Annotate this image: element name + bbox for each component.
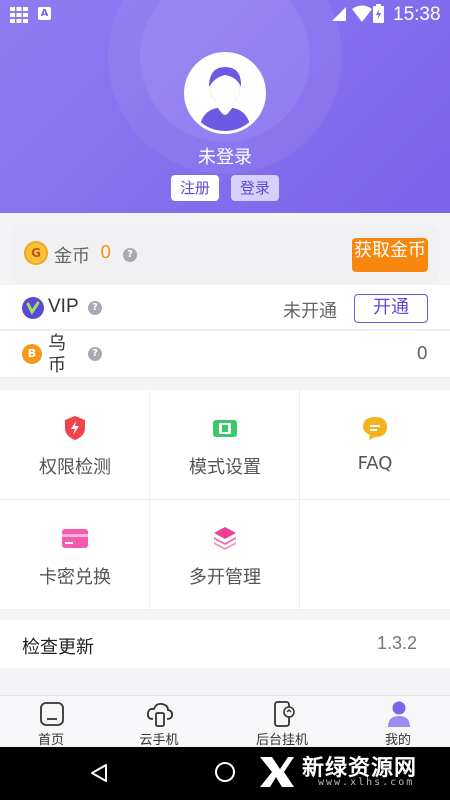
background-run-icon — [274, 701, 295, 727]
nav-cloud-phone[interactable]: 云手机 — [103, 696, 215, 748]
card-icon — [62, 529, 88, 548]
bcoin-value: 0 — [416, 343, 428, 364]
feature-grid: 权限检测 模式设置 FAQ 卡密兑换 多开管理 — [0, 390, 450, 610]
activate-vip-button[interactable]: 开通 — [354, 294, 428, 323]
feature-mode-settings[interactable]: 模式设置 — [150, 390, 300, 500]
wifi-icon — [352, 5, 372, 22]
coin-value: 0 — [100, 242, 112, 263]
nav-background-run[interactable]: 后台挂机 — [226, 696, 338, 748]
feature-label: 卡密兑换 — [39, 567, 111, 588]
feature-label: FAQ — [357, 453, 393, 474]
profile-header: A 15:38 未登录 注册 登录 — [0, 0, 450, 213]
home-icon — [40, 702, 64, 726]
bottom-nav: 首页 云手机 后台挂机 我的 — [0, 695, 450, 748]
register-button[interactable]: 注册 — [171, 175, 219, 201]
feature-multi-open[interactable]: 多开管理 — [150, 500, 300, 610]
layers-icon — [214, 527, 236, 550]
feature-faq[interactable]: FAQ — [300, 390, 450, 500]
bcoin-help-icon[interactable]: ? — [88, 347, 102, 361]
watermark-subtitle: www.xlhs.com — [318, 777, 415, 788]
app-grid-icon — [10, 7, 28, 23]
get-coins-button[interactable]: 获取金币 — [352, 238, 428, 272]
nav-profile[interactable]: 我的 — [342, 696, 450, 748]
nav-label: 云手机 — [139, 733, 179, 748]
shield-icon — [65, 416, 85, 440]
chat-icon — [363, 417, 387, 440]
feature-permission-check[interactable]: 权限检测 — [0, 390, 150, 500]
check-update-label: 检查更新 — [22, 637, 94, 658]
coin-card: G 金币 0 ? 获取金币 — [11, 225, 439, 283]
coin-help-icon[interactable]: ? — [123, 248, 137, 262]
vip-row: VIP ? 未开通 开通 — [0, 285, 450, 330]
watermark-logo-icon — [260, 757, 294, 787]
bcoin-label: 乌币 — [48, 333, 66, 376]
login-status: 未登录 — [198, 147, 252, 168]
mode-icon — [213, 420, 237, 437]
gold-coin-icon: G — [24, 241, 48, 265]
bcoin-icon: B — [22, 344, 42, 364]
status-bar: A 15:38 — [0, 0, 450, 30]
bcoin-row: B 乌币 ? 0 — [0, 331, 450, 378]
nav-label: 后台挂机 — [255, 733, 308, 748]
feature-card-redeem[interactable]: 卡密兑换 — [0, 500, 150, 610]
nav-label: 首页 — [37, 733, 64, 748]
home-button-icon[interactable] — [214, 761, 236, 783]
nav-label: 我的 — [384, 733, 411, 748]
app-version: 1.3.2 — [376, 633, 417, 653]
feature-label: 多开管理 — [189, 567, 261, 588]
back-icon[interactable] — [88, 762, 110, 784]
login-button[interactable]: 登录 — [231, 175, 279, 201]
notification-a-icon: A — [38, 7, 51, 20]
avatar[interactable] — [184, 52, 266, 134]
battery-icon — [373, 4, 384, 23]
signal-icon — [332, 7, 346, 21]
check-update-row[interactable]: 检查更新 1.3.2 — [0, 620, 450, 668]
profile-icon — [388, 701, 410, 727]
system-nav-bar: 新绿资源网 www.xlhs.com — [0, 747, 450, 800]
vip-help-icon[interactable]: ? — [88, 301, 102, 315]
nav-home[interactable]: 首页 — [0, 696, 107, 748]
clock-time: 15:38 — [393, 4, 441, 25]
vip-status: 未开通 — [283, 301, 337, 322]
feature-empty-cell — [300, 500, 450, 610]
feature-label: 权限检测 — [39, 457, 111, 478]
cloud-phone-icon — [146, 702, 174, 727]
default-avatar-icon — [187, 55, 263, 131]
coin-label: 金币 — [54, 246, 90, 267]
vip-badge-icon — [22, 297, 44, 319]
vip-label: VIP — [48, 296, 79, 317]
feature-label: 模式设置 — [189, 457, 261, 478]
